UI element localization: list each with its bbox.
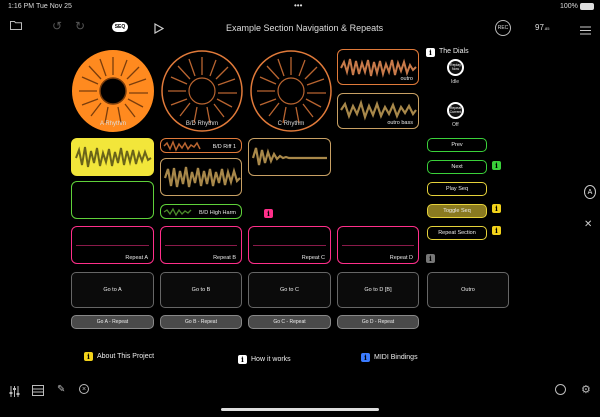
settings-icon[interactable]: ⚙ [581, 383, 591, 396]
play-seq-button[interactable]: Play Seq [427, 182, 487, 196]
battery-percent: 100% [560, 3, 578, 10]
repeat-b-label: Repeat B [213, 255, 236, 261]
clip-bd-high-harm-label: B/D High Harm [199, 210, 236, 216]
menu-icon[interactable] [580, 22, 591, 40]
mixer-icon[interactable] [9, 384, 20, 402]
dial-replay-now[interactable]: Replay Now [447, 59, 464, 76]
repeat-c-label: Repeat C [301, 255, 325, 261]
about-label: About This Project [97, 353, 155, 360]
disc-c-label: C Rhythm [277, 121, 305, 127]
pencil-icon[interactable]: ✎ [57, 384, 65, 395]
clip-bd-riff1[interactable]: B/D Riff 1 [160, 138, 242, 153]
about-info-icon: i [84, 352, 93, 361]
tempo-display[interactable]: 97.85 [535, 23, 549, 32]
tools-icon[interactable]: ✕ [584, 219, 592, 230]
clip-c-main[interactable] [248, 138, 331, 176]
next-info-icon[interactable]: i [492, 161, 501, 170]
dials-title: The Dials [439, 48, 469, 55]
goto-d-button[interactable]: Go to D [B] [337, 272, 419, 308]
repeat-a-label: Repeat A [125, 255, 148, 261]
undo-icon[interactable]: ↺ [52, 19, 62, 33]
disc-a-rhythm[interactable]: A Rhythm [71, 49, 155, 133]
clip-empty-green[interactable] [71, 181, 154, 219]
tempo-decimal: .85 [543, 26, 550, 31]
dials-info-icon[interactable]: i [426, 48, 435, 57]
midi-bindings-link[interactable]: i MIDI Bindings [361, 353, 418, 362]
about-project-link[interactable]: i About This Project [84, 352, 154, 361]
how-label: How it works [251, 356, 291, 363]
prev-button[interactable]: Prev [427, 138, 487, 152]
goto-b-button[interactable]: Go to B [160, 272, 242, 308]
disc-c-rhythm[interactable]: C Rhythm [249, 49, 333, 133]
status-time: 1:16 PM [8, 3, 35, 10]
clip-a-yellow[interactable] [71, 138, 154, 176]
play-icon[interactable] [154, 21, 165, 39]
seq-button[interactable]: SEQ [112, 22, 128, 32]
dial-replay-text: Replay Now [450, 63, 461, 71]
toggle-seq-button[interactable]: Toggle Seq [427, 204, 487, 218]
goto-c-button[interactable]: Go to C [248, 272, 331, 308]
dial-repeat-state: Off [452, 122, 459, 128]
repeat-d-label: Repeat D [389, 255, 413, 261]
disc-bd-rhythm[interactable]: B/D Rhythm [160, 49, 244, 133]
repeat-grid-info-icon[interactable]: i [426, 254, 435, 263]
a-side-button[interactable]: A [584, 185, 596, 199]
clip-outro[interactable]: outro [337, 49, 419, 85]
repeat-section-info-icon[interactable]: i [492, 226, 501, 235]
clip-bd-main-waveform [163, 166, 241, 188]
clip-a-yellow-waveform [75, 146, 152, 168]
how-info-icon: i [238, 355, 247, 364]
multitask-dots[interactable]: ••• [294, 1, 302, 10]
midi-info-icon: i [361, 353, 370, 362]
dial-repeat-text: Repeat Current [449, 106, 462, 114]
outro-button[interactable]: Outro [427, 272, 509, 308]
close-circle-icon[interactable]: × [79, 384, 89, 394]
rec-button[interactable]: REC [495, 20, 511, 36]
home-indicator[interactable] [221, 408, 379, 411]
globe-icon[interactable] [555, 384, 566, 395]
clip-bd-main[interactable] [160, 158, 242, 196]
clip-repeat-b[interactable]: Repeat B [160, 226, 242, 264]
clip-repeat-a[interactable]: Repeat A [71, 226, 154, 264]
battery-icon [580, 3, 594, 10]
repeat-c-divider [253, 245, 326, 246]
repeat-b-divider [165, 245, 237, 246]
go-c-repeat-button[interactable]: Go C - Repeat [248, 315, 331, 329]
toggle-seq-info-icon[interactable]: i [492, 204, 501, 213]
clip-outro-bass-label: outro bass [387, 120, 413, 126]
repeat-section-button[interactable]: Repeat Section [427, 226, 487, 240]
clip-outro-bass[interactable]: outro bass [337, 93, 419, 129]
project-title: Example Section Navigation & Repeats [226, 23, 384, 33]
disc-bd-label: B/D Rhythm [185, 121, 219, 127]
dial-replay-state: Idle [451, 79, 460, 85]
folder-icon[interactable] [10, 20, 22, 33]
status-date: Tue Nov 25 [36, 3, 72, 10]
high-harm-info-icon[interactable]: i [264, 209, 273, 218]
clip-list-icon[interactable] [32, 383, 44, 401]
midi-label: MIDI Bindings [374, 354, 418, 361]
go-a-repeat-button[interactable]: Go A - Repeat [71, 315, 154, 329]
next-button[interactable]: Next [427, 160, 487, 174]
repeat-a-divider [76, 245, 149, 246]
clip-bd-riff1-label: B/D Riff 1 [212, 144, 236, 150]
disc-a-label: A Rhythm [99, 121, 126, 127]
go-b-repeat-button[interactable]: Go B - Repeat [160, 315, 242, 329]
clip-c-main-waveform [251, 147, 327, 166]
clip-bd-high-harm[interactable]: B/D High Harm [160, 204, 242, 219]
repeat-d-divider [342, 245, 414, 246]
redo-icon[interactable]: ↻ [75, 19, 85, 33]
goto-a-button[interactable]: Go to A [71, 272, 154, 308]
dial-repeat-current[interactable]: Repeat Current [447, 102, 464, 119]
how-it-works-link[interactable]: i How it works [238, 355, 291, 364]
clip-repeat-d[interactable]: Repeat D [337, 226, 419, 264]
clip-outro-label: outro [400, 76, 413, 82]
clip-repeat-c[interactable]: Repeat C [248, 226, 331, 264]
tempo-value: 97 [535, 23, 544, 32]
go-d-repeat-button[interactable]: Go D - Repeat [337, 315, 419, 329]
